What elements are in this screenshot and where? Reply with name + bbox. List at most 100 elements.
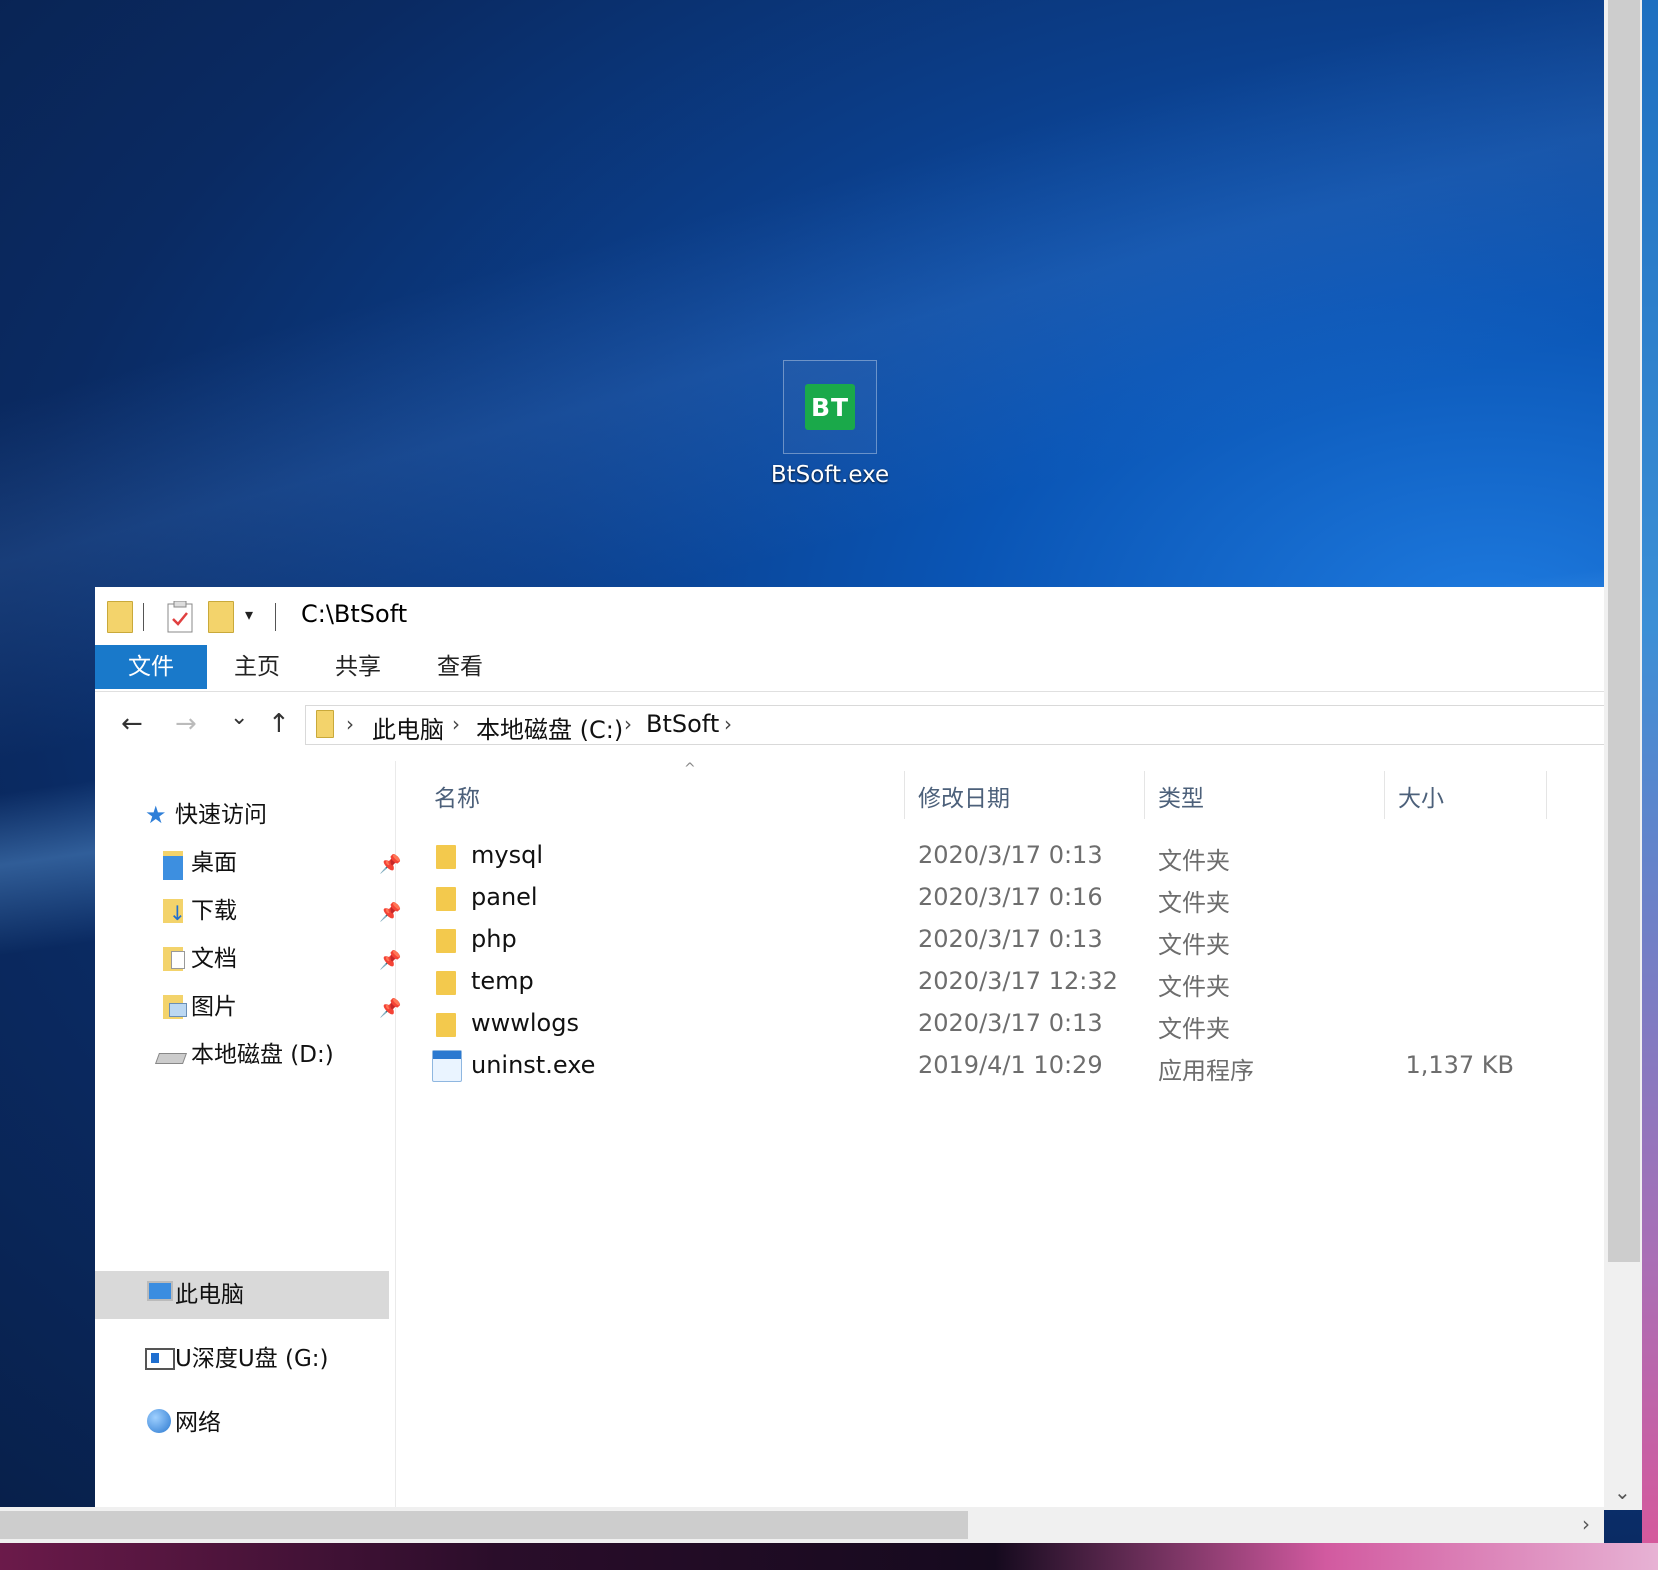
file-date: 2020/3/17 0:13 <box>918 1009 1103 1037</box>
window-title: C:\BtSoft <box>301 600 408 628</box>
nav-documents[interactable]: 文档 <box>163 937 403 981</box>
taskbar-background-strip <box>0 1543 1658 1570</box>
bt-app-icon: BT <box>805 384 855 430</box>
new-folder-icon[interactable] <box>208 601 234 633</box>
nav-downloads[interactable]: ↓ 下载 <box>163 889 403 933</box>
nav-drive-d-label: 本地磁盘 (D:) <box>191 1042 334 1068</box>
desktop-icon-btsoft[interactable]: BT BtSoft.exe <box>770 360 890 488</box>
folder-icon <box>436 929 456 953</box>
file-list: ^ 名称 修改日期 类型 大小 mysql 2020/3/17 0:13 文件夹… <box>396 761 1604 1507</box>
file-row-panel[interactable]: panel 2020/3/17 0:16 文件夹 <box>396 877 1604 919</box>
up-arrow-icon[interactable]: ↑ <box>268 709 290 739</box>
forward-arrow-icon[interactable]: → <box>175 709 197 739</box>
nav-network-label: 网络 <box>175 1410 221 1436</box>
chevron-right-icon[interactable]: › <box>724 712 732 736</box>
file-date: 2020/3/17 0:13 <box>918 925 1103 953</box>
file-name: uninst.exe <box>471 1051 596 1079</box>
nav-quick-access-label: 快速访问 <box>175 802 267 828</box>
computer-icon <box>147 1281 173 1301</box>
breadcrumb-drive-c[interactable]: 本地磁盘 (C:) <box>476 710 623 745</box>
navigation-pane: ★ 快速访问 桌面 📌 ↓ 下载 📌 文档 📌 图片 📌 本地磁盘 (D:) 此… <box>95 761 401 1507</box>
file-type: 文件夹 <box>1158 889 1230 917</box>
file-row-temp[interactable]: temp 2020/3/17 12:32 文件夹 <box>396 961 1604 1003</box>
column-header-type[interactable]: 类型 <box>1158 779 1204 813</box>
toolbar-separator <box>275 603 276 631</box>
file-date: 2020/3/17 12:32 <box>918 967 1118 995</box>
download-arrow-icon: ↓ <box>169 901 186 925</box>
navigation-bar: ← → ⌄ ↑ › 此电脑 › 本地磁盘 (C:) › BtSoft › <box>95 691 1604 761</box>
file-explorer-window: ▾ C:\BtSoft 文件 主页 共享 查看 ← → ⌄ ↑ › 此电脑 › … <box>95 587 1604 1507</box>
tab-view[interactable]: 查看 <box>430 645 490 689</box>
column-header-size[interactable]: 大小 <box>1398 779 1444 813</box>
nav-documents-label: 文档 <box>191 946 237 972</box>
column-separator[interactable] <box>1546 771 1547 819</box>
file-type: 文件夹 <box>1158 1015 1230 1043</box>
nav-pictures-label: 图片 <box>191 994 237 1020</box>
tab-file[interactable]: 文件 <box>95 645 207 689</box>
desktop-folder-icon <box>163 851 183 880</box>
folder-icon <box>107 601 133 633</box>
file-type: 文件夹 <box>1158 931 1230 959</box>
nav-downloads-label: 下载 <box>191 898 237 924</box>
column-separator[interactable] <box>1384 771 1385 819</box>
breadcrumb-this-pc[interactable]: 此电脑 <box>372 710 444 745</box>
chevron-right-icon[interactable]: › <box>624 712 632 736</box>
title-bar: ▾ C:\BtSoft <box>95 587 1604 645</box>
chevron-right-icon[interactable]: › <box>452 712 460 736</box>
tab-share[interactable]: 共享 <box>328 645 388 689</box>
application-icon <box>432 1050 462 1082</box>
file-size: 1,137 KB <box>1405 1051 1514 1079</box>
column-header-date[interactable]: 修改日期 <box>918 779 1010 813</box>
file-name: wwwlogs <box>471 1009 579 1037</box>
file-type: 文件夹 <box>1158 973 1230 1001</box>
file-row-php[interactable]: php 2020/3/17 0:13 文件夹 <box>396 919 1604 961</box>
network-icon <box>147 1409 171 1433</box>
usb-drive-icon <box>145 1348 175 1370</box>
file-name: php <box>471 925 517 953</box>
sort-ascending-icon: ^ <box>684 761 696 777</box>
file-type: 文件夹 <box>1158 847 1230 875</box>
nav-this-pc-label: 此电脑 <box>175 1282 244 1308</box>
drive-icon <box>154 1053 188 1064</box>
folder-icon <box>436 971 456 995</box>
address-bar[interactable]: › 此电脑 › 本地磁盘 (C:) › BtSoft › <box>305 705 1604 745</box>
column-separator[interactable] <box>904 771 905 819</box>
file-row-uninst[interactable]: uninst.exe 2019/4/1 10:29 应用程序 1,137 KB <box>396 1045 1604 1087</box>
chevron-right-icon[interactable]: › <box>346 712 354 736</box>
scroll-right-icon[interactable]: › <box>1582 1512 1590 1536</box>
file-date: 2020/3/17 0:13 <box>918 841 1103 869</box>
folder-icon <box>436 845 456 869</box>
folder-icon <box>436 1013 456 1037</box>
back-arrow-icon[interactable]: ← <box>121 709 143 739</box>
file-row-mysql[interactable]: mysql 2020/3/17 0:13 文件夹 <box>396 835 1604 877</box>
nav-desktop-label: 桌面 <box>191 850 237 876</box>
file-name: temp <box>471 967 534 995</box>
breadcrumb-btsoft[interactable]: BtSoft <box>646 710 719 738</box>
scroll-down-icon[interactable]: ⌄ <box>1614 1480 1631 1504</box>
nav-pictures[interactable]: 图片 <box>163 985 403 1029</box>
nav-desktop[interactable]: 桌面 <box>163 841 403 885</box>
desktop-icon-frame: BT <box>783 360 877 454</box>
folder-icon <box>316 710 334 738</box>
file-row-wwwlogs[interactable]: wwwlogs 2020/3/17 0:13 文件夹 <box>396 1003 1604 1045</box>
background-window-edge <box>1642 0 1658 1570</box>
ribbon-tabs: 文件 主页 共享 查看 <box>95 645 1604 692</box>
vertical-scrollbar-thumb[interactable] <box>1608 0 1640 1262</box>
file-date: 2020/3/17 0:16 <box>918 883 1103 911</box>
star-icon: ★ <box>145 801 167 829</box>
file-name: panel <box>471 883 538 911</box>
desktop-icon-label: BtSoft.exe <box>770 462 890 488</box>
properties-icon[interactable] <box>167 600 193 637</box>
customize-dropdown-icon[interactable]: ▾ <box>245 605 253 624</box>
nav-usb-drive-label: U深度U盘 (G:) <box>175 1346 329 1372</box>
picture-icon <box>169 1003 187 1017</box>
horizontal-scrollbar-thumb[interactable] <box>0 1511 968 1539</box>
column-header-name[interactable]: 名称 <box>434 779 480 813</box>
tab-home[interactable]: 主页 <box>227 645 287 689</box>
recent-locations-chevron-icon[interactable]: ⌄ <box>230 705 248 730</box>
file-type: 应用程序 <box>1158 1057 1254 1085</box>
file-name: mysql <box>471 841 543 869</box>
document-icon <box>171 951 185 969</box>
column-separator[interactable] <box>1144 771 1145 819</box>
file-date: 2019/4/1 10:29 <box>918 1051 1103 1079</box>
